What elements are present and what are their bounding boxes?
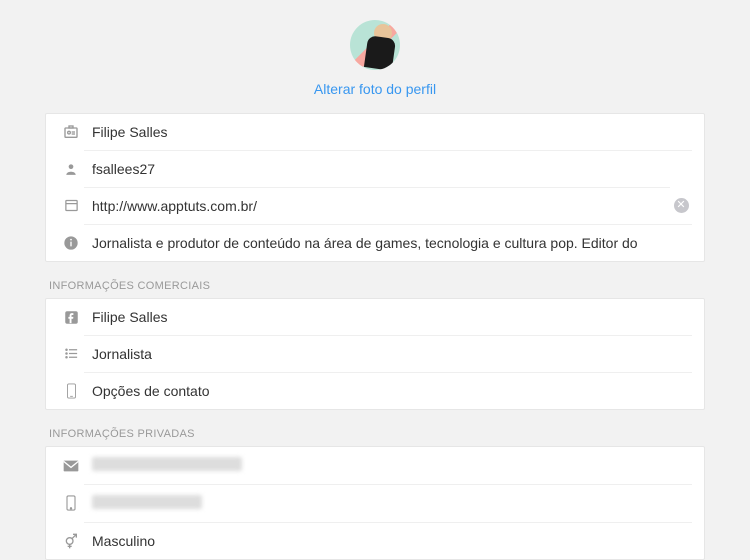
profile-card: Filipe Salles fsallees27 http://www.appt… [45, 113, 705, 262]
fb-page-row[interactable]: Filipe Salles [46, 299, 704, 335]
badge-icon [58, 124, 84, 140]
username-row[interactable]: fsallees27 [46, 150, 704, 187]
phone-icon [58, 495, 84, 511]
bio-row[interactable]: Jornalista e produtor de conteúdo na áre… [46, 224, 704, 261]
mail-icon [58, 460, 84, 472]
gender-value: Masculino [84, 522, 692, 559]
phone-row[interactable] [46, 484, 704, 522]
username-value: fsallees27 [84, 150, 692, 187]
facebook-icon [58, 310, 84, 325]
change-photo-link[interactable]: Alterar foto do perfil [45, 81, 705, 97]
website-row[interactable]: http://www.apptuts.com.br/ ✕ [46, 187, 704, 224]
email-value [84, 447, 692, 484]
bio-value: Jornalista e produtor de conteúdo na áre… [84, 224, 692, 261]
fb-page-value: Filipe Salles [84, 299, 692, 335]
contact-options-row[interactable]: Opções de contato [46, 372, 704, 409]
private-header: Informações privadas [49, 428, 701, 440]
business-card: Filipe Salles Jornalista Opções de conta… [45, 298, 705, 410]
business-header: Informações comerciais [49, 280, 701, 292]
category-value: Jornalista [84, 335, 692, 372]
browser-icon [58, 198, 84, 213]
gender-icon [58, 533, 84, 549]
email-row[interactable] [46, 447, 704, 484]
private-card: Masculino [45, 446, 705, 560]
name-value: Filipe Salles [84, 114, 692, 150]
phone-value [84, 484, 692, 522]
category-row[interactable]: Jornalista [46, 335, 704, 372]
list-icon [58, 346, 84, 361]
info-icon [58, 235, 84, 251]
avatar[interactable] [350, 20, 400, 70]
phone-outline-icon [58, 383, 84, 399]
website-value: http://www.apptuts.com.br/ [84, 187, 670, 224]
person-icon [58, 162, 84, 176]
gender-row[interactable]: Masculino [46, 522, 704, 559]
contact-options-value: Opções de contato [84, 372, 692, 409]
name-row[interactable]: Filipe Salles [46, 114, 704, 150]
clear-icon[interactable]: ✕ [674, 198, 689, 213]
